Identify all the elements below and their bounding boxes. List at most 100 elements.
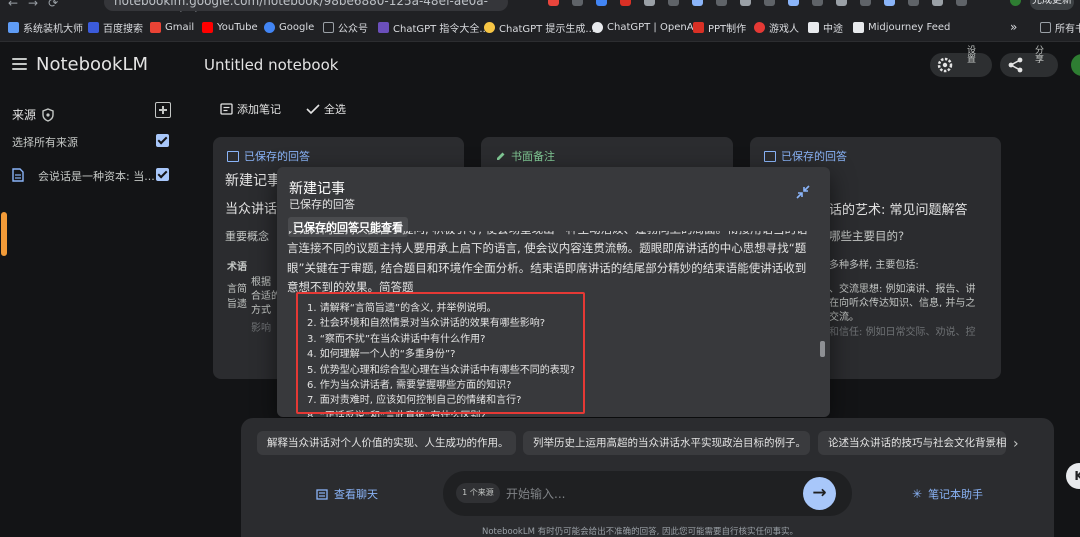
panel-resize-handle[interactable] xyxy=(1,212,7,256)
profile-avatar-icon[interactable] xyxy=(1010,0,1021,6)
bookmark-item[interactable]: ChatGPT 指令大全... xyxy=(378,20,489,35)
bookmark-item[interactable]: PPT制作 xyxy=(693,20,747,35)
extension-icon[interactable] xyxy=(548,0,559,6)
midjourney-icon xyxy=(808,21,819,33)
extension-icon[interactable] xyxy=(620,0,631,6)
card-line: 旨遗 xyxy=(227,299,247,310)
suggestion-chip[interactable]: 解释当众讲话对个人价值的实现、人生成功的作用。 xyxy=(257,431,516,455)
card-line: 根据 xyxy=(251,277,271,288)
bookmark-item[interactable]: 游戏人 xyxy=(754,20,799,35)
select-all-notes-button[interactable]: 全选 xyxy=(306,101,346,117)
shield-icon[interactable] xyxy=(42,107,54,122)
card-tag: 书面备注 xyxy=(495,148,555,164)
more-bookmarks-glyph: » xyxy=(1010,20,1018,34)
s-icon xyxy=(754,21,765,33)
chat-input-container[interactable]: 1 个来源 开始输入... → xyxy=(443,471,852,516)
card-tag-label: 已保存的回答 xyxy=(244,150,310,163)
add-source-icon[interactable] xyxy=(155,102,171,118)
disclaimer-text: NotebookLM 有时仍可能会给出不准确的回答, 因此您可能需要自行核实任何… xyxy=(482,527,799,537)
notebook-assistant-label: 笔记本助手 xyxy=(928,488,984,501)
extension-icon[interactable] xyxy=(956,0,967,6)
extension-icon[interactable] xyxy=(692,0,703,6)
dialog-scrollbar[interactable] xyxy=(820,341,825,357)
google-icon xyxy=(264,21,275,33)
card-heading: 话的艺术: 常见问题解答 xyxy=(829,203,968,218)
suggestion-chip[interactable]: 列举历史上运用高超的当众讲话水平实现政治目标的例子。 xyxy=(523,431,810,455)
collapse-icon[interactable] xyxy=(795,184,811,200)
bookmark-label: YouTube xyxy=(217,21,258,33)
send-button[interactable]: → xyxy=(803,477,836,510)
card-line: 、交流思想: 例如演讲、报告、讲 xyxy=(829,284,976,295)
extension-icon[interactable] xyxy=(788,0,799,6)
notebook-title[interactable]: Untitled notebook xyxy=(204,56,338,74)
sources-sidebar: 来源 选择所有来源 会说话是一种资本: 当... xyxy=(0,90,190,537)
card-line: 术语 xyxy=(227,262,247,273)
browser-nav-icons[interactable]: ←→⟳ xyxy=(8,0,68,10)
add-note-button[interactable]: 添加笔记 xyxy=(220,101,281,117)
url-field[interactable]: notebooklm.google.com/notebook/98be6880-… xyxy=(104,0,508,12)
extension-icon[interactable] xyxy=(716,0,727,6)
chat-input[interactable]: 开始输入... xyxy=(506,485,565,502)
bookmark-label: PPT制作 xyxy=(708,23,747,35)
extension-icon[interactable] xyxy=(836,0,847,6)
all-bookmarks-button[interactable]: 所有书 xyxy=(1040,20,1080,34)
bookmark-item[interactable]: Google xyxy=(264,20,314,34)
bookmark-item[interactable]: 中途 xyxy=(808,20,843,35)
card-tag-label: 已保存的回答 xyxy=(781,150,847,163)
extension-icon[interactable] xyxy=(740,0,751,6)
select-all-sources-row[interactable]: 选择所有来源 xyxy=(12,134,182,150)
bookmark-item[interactable]: Gmail xyxy=(150,20,194,34)
view-chat-label: 查看聊天 xyxy=(334,488,378,501)
extension-icon[interactable] xyxy=(668,0,679,6)
extension-icon[interactable] xyxy=(596,0,607,6)
card-line: 在向听众传达知识、信息, 并与之 xyxy=(829,298,976,309)
bookmark-item[interactable]: 系统装机大师 xyxy=(8,20,83,35)
bookmark-item[interactable]: 公众号 xyxy=(323,20,368,35)
bookmark-item[interactable]: YouTube xyxy=(202,20,258,34)
arrow-right-icon: → xyxy=(812,483,827,503)
bookmark-label: 百度搜索 xyxy=(103,23,143,35)
extension-icon[interactable] xyxy=(860,0,871,6)
card-line: 方式 xyxy=(251,305,271,316)
chat-list-icon xyxy=(316,488,328,500)
gmail-icon xyxy=(150,21,161,33)
extension-icon[interactable] xyxy=(764,0,775,6)
bookmark-label: 所有书 xyxy=(1055,23,1080,35)
bookmark-item[interactable]: 百度搜索 xyxy=(88,20,143,35)
update-button[interactable]: 完成更新 xyxy=(1030,0,1074,10)
extension-icon[interactable] xyxy=(884,0,895,6)
sources-header: 来源 xyxy=(12,106,54,123)
extension-icon[interactable] xyxy=(932,0,943,6)
select-all-checkbox[interactable] xyxy=(156,134,169,147)
document-icon xyxy=(12,168,24,182)
bookmark-item[interactable]: ChatGPT | OpenAI xyxy=(592,20,696,34)
view-chat-button[interactable]: 查看聊天 xyxy=(316,486,378,502)
source-checkbox[interactable] xyxy=(156,168,169,181)
extension-icon[interactable] xyxy=(572,0,583,6)
pencil-icon xyxy=(497,152,505,160)
bookmark-label: 游戏人 xyxy=(769,23,799,35)
suggestion-chip[interactable]: 论述当众讲话的技巧与社会文化背景相 xyxy=(818,431,1006,455)
share-icon xyxy=(1008,57,1023,73)
select-all-sources-label: 选择所有来源 xyxy=(12,136,78,149)
bookmark-item[interactable]: ChatGPT 提示生成... xyxy=(484,20,595,35)
bookmark-label: 中途 xyxy=(823,23,843,35)
bookmark-item[interactable]: Midjourney Feed xyxy=(853,20,950,34)
select-all-notes-label: 全选 xyxy=(324,103,346,116)
floating-assistant-button[interactable]: K xyxy=(1066,463,1080,489)
smile-icon xyxy=(484,21,495,33)
extension-icon[interactable] xyxy=(812,0,823,6)
card-line: 当众讲话 xyxy=(225,202,278,217)
chevron-right-icon[interactable]: › xyxy=(1013,436,1019,452)
extension-icon[interactable] xyxy=(644,0,655,6)
bookmark-label: ChatGPT 指令大全... xyxy=(393,23,489,35)
menu-icon[interactable] xyxy=(12,58,27,70)
notebook-assistant-button[interactable]: ✳ 笔记本助手 xyxy=(912,486,983,502)
settings-label: 设置 xyxy=(965,45,975,63)
share-button[interactable]: 分享 xyxy=(1000,45,1058,77)
avatar[interactable] xyxy=(1071,54,1080,76)
settings-button[interactable]: 设置 xyxy=(930,45,992,77)
more-bookmarks-chevron-icon[interactable]: » xyxy=(1010,20,1017,34)
extension-icon[interactable] xyxy=(908,0,919,6)
source-item[interactable]: 会说话是一种资本: 当... xyxy=(12,168,182,184)
